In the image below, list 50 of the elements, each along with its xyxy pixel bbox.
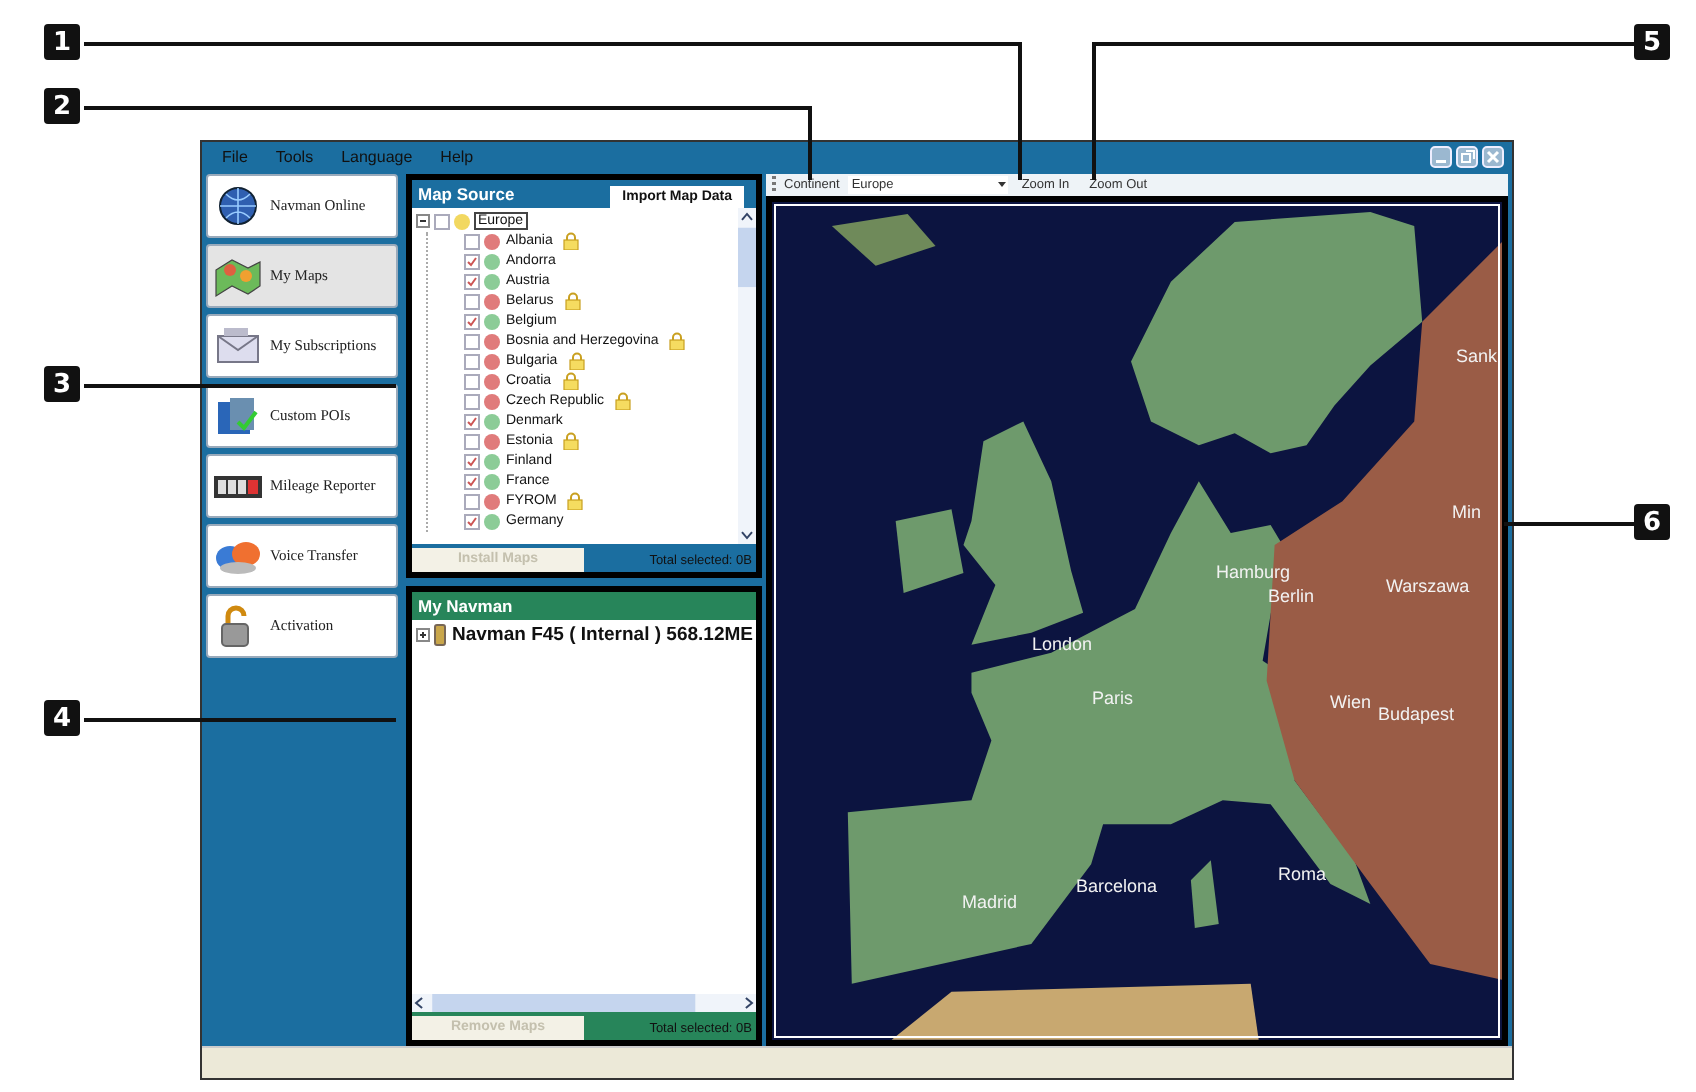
checkbox[interactable] (464, 373, 480, 389)
city-label: Berlin (1268, 585, 1315, 606)
city-label: Roma (1278, 863, 1327, 884)
callout-number: 6 (1634, 504, 1670, 540)
checkbox[interactable] (464, 413, 480, 429)
city-label: Wien (1330, 691, 1372, 712)
envelope-icon (214, 323, 262, 367)
card-icon (214, 393, 262, 437)
minimize-icon[interactable] (1430, 146, 1452, 169)
device-item[interactable]: Navman F45 ( Internal ) 568.12ME (450, 624, 755, 646)
city-label: Barcelona (1076, 875, 1158, 896)
city-label: Warszawa (1386, 575, 1470, 596)
panel-title: Map Source (418, 183, 515, 203)
checkbox[interactable] (464, 253, 480, 269)
city-label: Sank (1456, 345, 1498, 366)
panel-title: My Navman (418, 595, 513, 615)
checkbox[interactable] (464, 513, 480, 529)
leader-line (1504, 522, 1634, 526)
checkbox[interactable] (464, 493, 480, 509)
checkbox[interactable] (434, 213, 450, 229)
collapse-icon[interactable] (416, 214, 430, 228)
device-icon (434, 624, 446, 646)
checkbox[interactable] (464, 353, 480, 369)
callout-number: 3 (44, 366, 80, 402)
close-icon[interactable] (1482, 146, 1504, 169)
checkbox[interactable] (464, 473, 480, 489)
callout-number: 1 (44, 24, 80, 60)
checkbox[interactable] (464, 233, 480, 249)
checkbox[interactable] (464, 433, 480, 449)
checkbox[interactable] (464, 313, 480, 329)
checkbox[interactable] (464, 273, 480, 289)
expand-icon[interactable] (416, 628, 430, 642)
callout-number: 5 (1634, 24, 1670, 60)
city-label: Budapest (1378, 703, 1455, 724)
city-label: Hamburg (1216, 561, 1291, 582)
checkbox[interactable] (464, 393, 480, 409)
checkbox[interactable] (464, 333, 480, 349)
region-dot (454, 213, 470, 229)
callout-number: 4 (44, 700, 80, 736)
city-label: Min (1452, 501, 1482, 522)
scrollbar[interactable] (738, 207, 756, 543)
checkbox[interactable] (464, 453, 480, 469)
checkbox[interactable] (464, 293, 480, 309)
scrollbar[interactable] (412, 993, 756, 1011)
globe-icon (214, 183, 262, 227)
caret-icon (995, 178, 1008, 191)
city-label: Madrid (962, 891, 1018, 912)
callout-number: 2 (44, 88, 80, 124)
city-label: Paris (1092, 687, 1134, 708)
restore-icon[interactable] (1456, 146, 1478, 169)
